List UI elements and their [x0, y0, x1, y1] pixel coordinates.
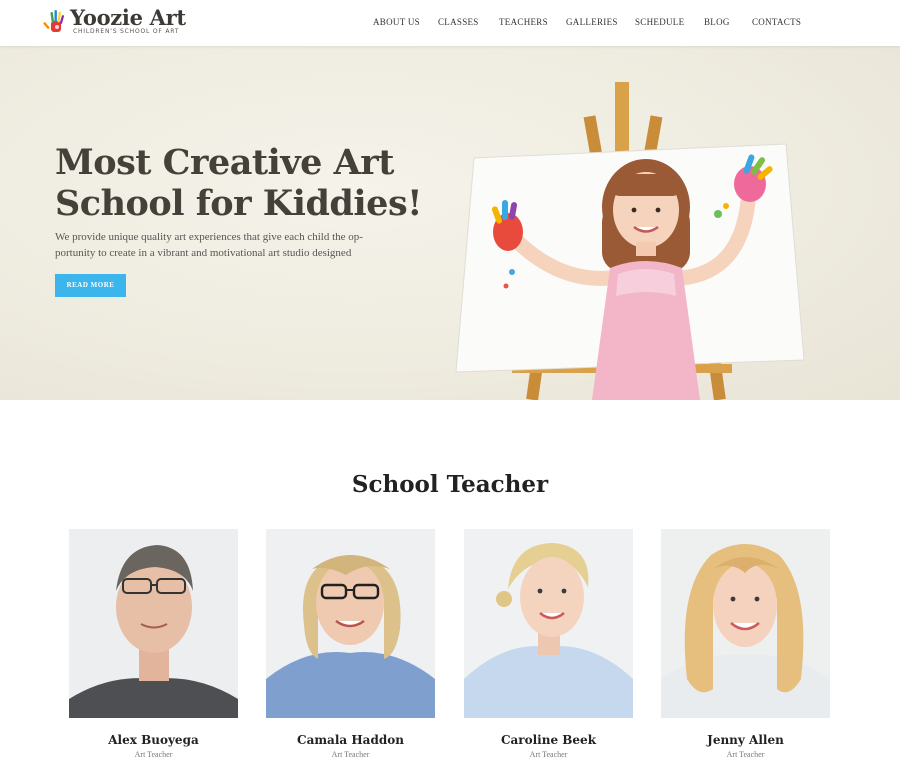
- nav-schedule[interactable]: SCHEDULE: [635, 17, 684, 27]
- hero-title-line-2: School for Kiddies!: [55, 183, 423, 224]
- hero-title-line-1: Most Creative Art: [55, 142, 394, 183]
- teacher-card[interactable]: Jenny Allen Art Teacher: [661, 529, 830, 759]
- teacher-card[interactable]: Caroline Beek Art Teacher: [464, 529, 633, 759]
- hero-title: Most Creative Art School for Kiddies!: [55, 142, 475, 224]
- nav-classes[interactable]: CLASSES: [438, 17, 479, 27]
- nav-galleries[interactable]: GALLERIES: [566, 17, 618, 27]
- teacher-photo[interactable]: [266, 529, 435, 718]
- site-header: Yoozie Art CHILDREN'S SCHOOL OF ART ABOU…: [0, 0, 900, 46]
- painted-hand-icon: [43, 10, 64, 32]
- teacher-role: Art Teacher: [134, 750, 173, 759]
- hero-girl-easel-image: [455, 82, 805, 400]
- teacher-role: Art Teacher: [529, 750, 568, 759]
- hero-text-line-2: portunity to create in a vibrant and mot…: [55, 247, 352, 259]
- brand-tagline: CHILDREN'S SCHOOL OF ART: [73, 28, 180, 35]
- teacher-name[interactable]: Jenny Allen: [661, 733, 830, 747]
- brand-name: Yoozie Art: [70, 5, 186, 30]
- hero-description: We provide unique quality art experience…: [55, 229, 375, 261]
- teacher-photo[interactable]: [69, 529, 238, 718]
- teacher-card[interactable]: Alex Buoyega Art Teacher: [69, 529, 238, 759]
- read-more-button[interactable]: READ MORE: [55, 274, 126, 297]
- teacher-name[interactable]: Alex Buoyega: [69, 733, 238, 747]
- nav-blog[interactable]: BLOG: [704, 17, 730, 27]
- teacher-photo[interactable]: [464, 529, 633, 718]
- hero-banner: Most Creative Art School for Kiddies! We…: [0, 46, 900, 400]
- teacher-card[interactable]: Camala Haddon Art Teacher: [266, 529, 435, 759]
- nav-teachers[interactable]: TEACHERS: [499, 17, 548, 27]
- nav-contacts[interactable]: CONTACTS: [752, 17, 801, 27]
- hero-text-line-1: We provide unique quality art experience…: [55, 231, 363, 243]
- teacher-name[interactable]: Caroline Beek: [464, 733, 633, 747]
- nav-about-us[interactable]: ABOUT US: [373, 17, 420, 27]
- teacher-name[interactable]: Camala Haddon: [266, 733, 435, 747]
- teacher-photo[interactable]: [661, 529, 830, 718]
- section-title-teachers: School Teacher: [351, 471, 549, 498]
- teacher-role: Art Teacher: [726, 750, 765, 759]
- teacher-role: Art Teacher: [331, 750, 370, 759]
